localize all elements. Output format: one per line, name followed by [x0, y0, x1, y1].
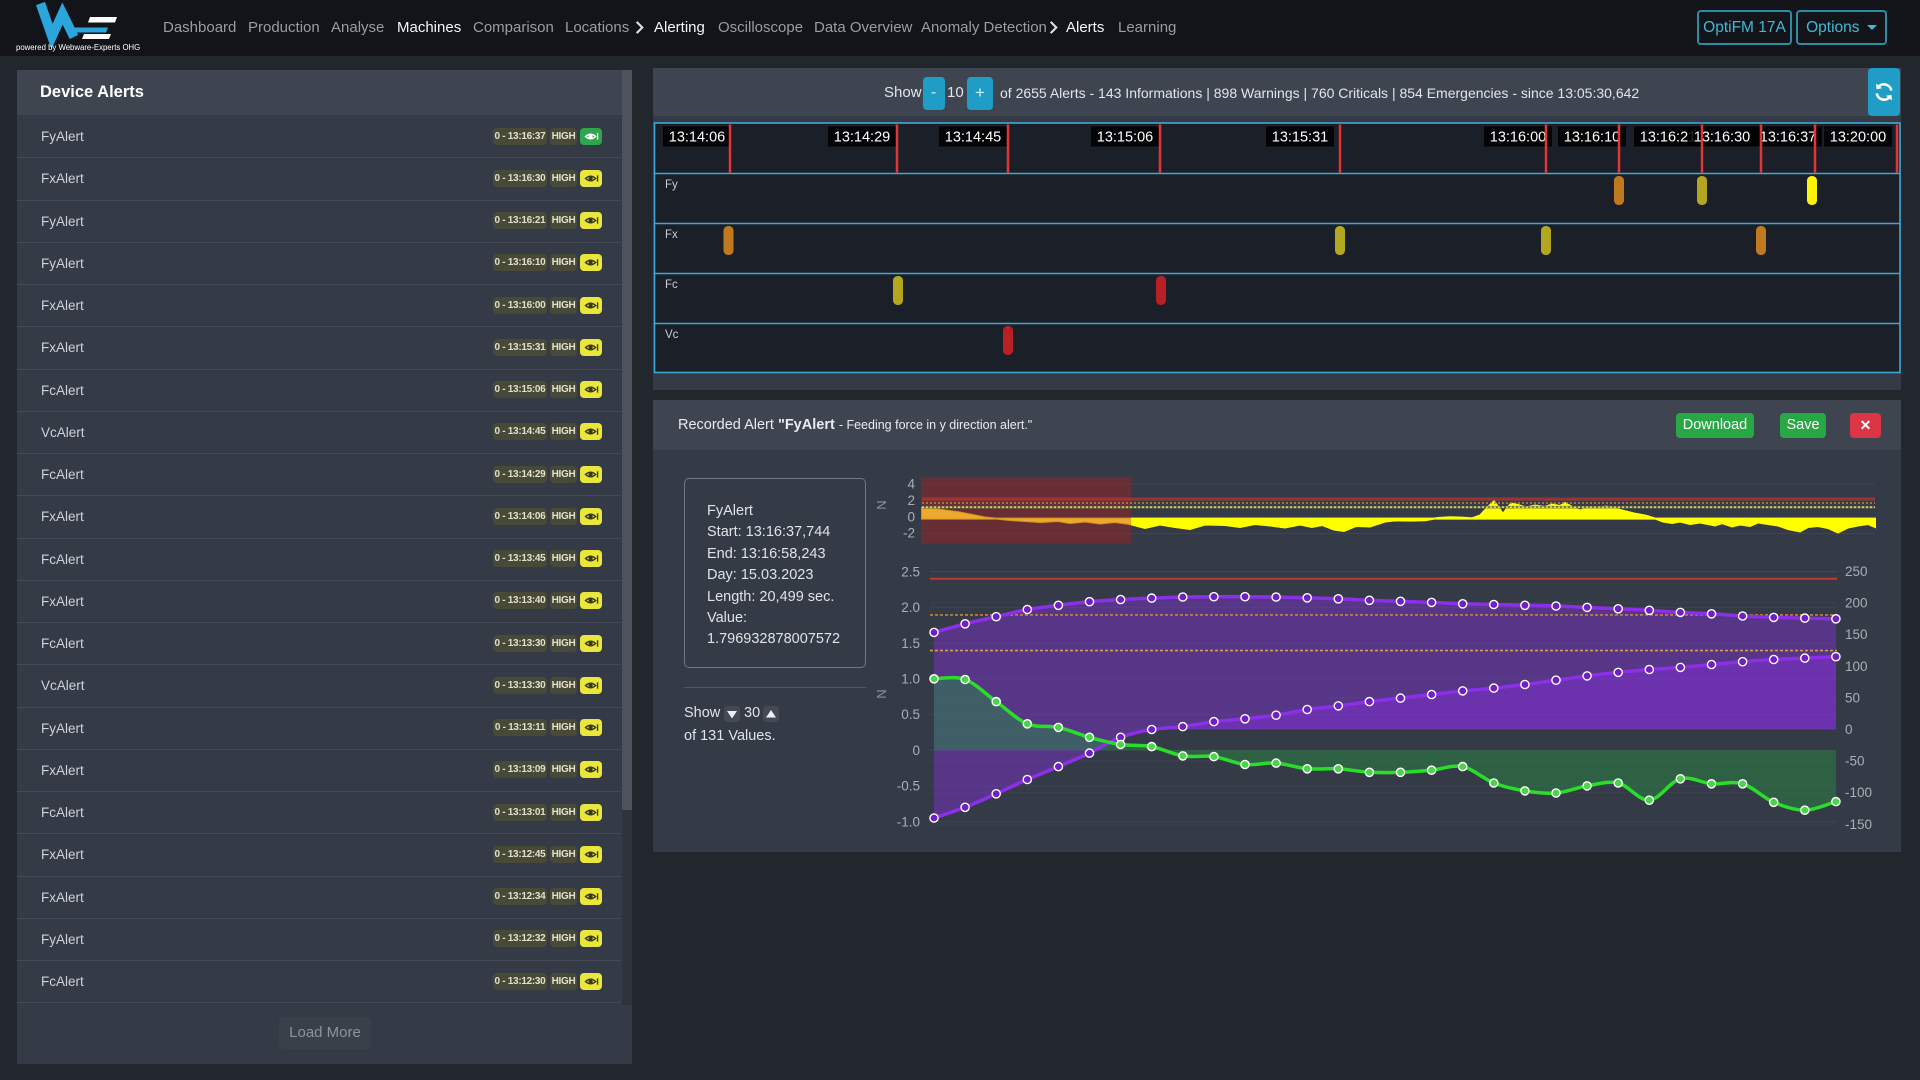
- svg-text:0.5: 0.5: [901, 707, 920, 722]
- svg-text:0: 0: [1845, 722, 1853, 737]
- svg-text:Fx: Fx: [665, 229, 678, 241]
- svg-text:4: 4: [907, 477, 915, 492]
- svg-text:50: 50: [1845, 690, 1860, 705]
- svg-text:1.5: 1.5: [901, 636, 920, 651]
- svg-text:250: 250: [1845, 564, 1868, 579]
- svg-text:0: 0: [907, 509, 915, 524]
- svg-text:13:16:00: 13:16:00: [1490, 130, 1546, 146]
- svg-text:powered by Webware-Experts OHG: powered by Webware-Experts OHG: [16, 43, 140, 52]
- svg-text:13:14:06: 13:14:06: [669, 130, 725, 146]
- svg-text:200: 200: [1845, 596, 1868, 611]
- svg-text:-100: -100: [1845, 785, 1872, 800]
- svg-text:2.5: 2.5: [901, 564, 920, 579]
- svg-text:13:15:31: 13:15:31: [1272, 130, 1328, 146]
- svg-text:-2: -2: [903, 526, 915, 541]
- svg-text:Fy: Fy: [665, 179, 678, 191]
- svg-text:100: 100: [1845, 659, 1868, 674]
- svg-text:13:16:21: 13:16:21: [1640, 130, 1696, 146]
- svg-text:0: 0: [912, 743, 920, 758]
- svg-text:N: N: [874, 689, 889, 698]
- svg-text:-1.0: -1.0: [897, 814, 920, 829]
- svg-text:1.0: 1.0: [901, 672, 920, 687]
- svg-text:2: 2: [907, 493, 915, 508]
- svg-text:2.0: 2.0: [901, 600, 920, 615]
- svg-text:-50: -50: [1845, 754, 1865, 769]
- svg-text:-0.5: -0.5: [897, 779, 920, 794]
- svg-text:13:20:00: 13:20:00: [1830, 130, 1886, 146]
- svg-text:13:14:29: 13:14:29: [834, 130, 890, 146]
- svg-text:13:14:45: 13:14:45: [945, 130, 1001, 146]
- svg-text:13:16:37: 13:16:37: [1760, 130, 1816, 146]
- svg-text:13:15:06: 13:15:06: [1097, 130, 1153, 146]
- svg-text:Fc: Fc: [665, 279, 678, 291]
- svg-text:-150: -150: [1845, 817, 1872, 832]
- svg-text:13:16:10: 13:16:10: [1564, 130, 1620, 146]
- svg-text:150: 150: [1845, 627, 1868, 642]
- svg-text:N: N: [874, 500, 889, 509]
- svg-text:Vc: Vc: [665, 329, 679, 341]
